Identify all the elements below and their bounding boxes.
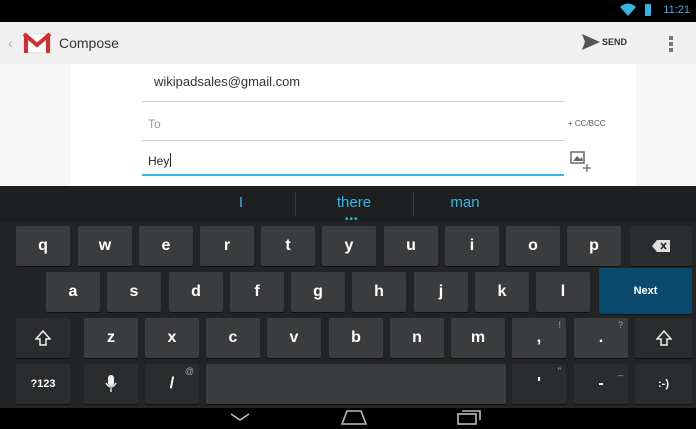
suggestion-right[interactable]: man xyxy=(406,194,524,211)
key-hint: _ xyxy=(617,366,623,376)
microphone-icon xyxy=(105,375,117,392)
key-f[interactable]: f xyxy=(230,272,284,312)
key-o[interactable]: o xyxy=(506,226,560,266)
divider xyxy=(142,101,564,102)
key-label: / xyxy=(169,375,175,392)
key-p[interactable]: p xyxy=(567,226,621,266)
subject-underline xyxy=(142,174,564,176)
backspace-key[interactable] xyxy=(630,226,692,266)
key-g[interactable]: g xyxy=(291,272,345,312)
action-bar: ‹ Compose SEND xyxy=(0,22,696,65)
key-q[interactable]: q xyxy=(16,226,70,266)
key-h[interactable]: h xyxy=(352,272,406,312)
key-b[interactable]: b xyxy=(329,318,383,358)
next-key[interactable]: Next xyxy=(599,268,692,314)
key-i[interactable]: i xyxy=(445,226,499,266)
key-z[interactable]: z xyxy=(84,318,138,358)
key-hint: @ xyxy=(184,366,194,376)
symbols-key[interactable]: ?123 xyxy=(16,364,70,404)
page-title: Compose xyxy=(59,35,119,51)
overflow-menu-icon[interactable] xyxy=(656,22,686,64)
shift-icon xyxy=(35,330,51,346)
up-caret-icon[interactable]: ‹ xyxy=(8,35,13,51)
subject-field[interactable]: Hey xyxy=(148,153,172,168)
backspace-icon xyxy=(652,240,670,252)
key-m[interactable]: m xyxy=(451,318,505,358)
key-hint: " xyxy=(557,366,561,376)
key-c[interactable]: c xyxy=(206,318,260,358)
dash-key[interactable]: - _ xyxy=(574,364,628,404)
key-n[interactable]: n xyxy=(390,318,444,358)
voice-input-key[interactable] xyxy=(84,364,138,404)
key-d[interactable]: d xyxy=(169,272,223,312)
key-r[interactable]: r xyxy=(200,226,254,266)
key-period[interactable]: . ? xyxy=(574,318,628,358)
key-k[interactable]: k xyxy=(475,272,529,312)
text-cursor xyxy=(170,153,172,167)
key-label: . xyxy=(598,329,604,346)
key-comma[interactable]: , ! xyxy=(512,318,566,358)
suggestion-center[interactable]: there xyxy=(295,194,413,211)
key-v[interactable]: v xyxy=(267,318,321,358)
cc-bcc-button[interactable]: + CC/BCC xyxy=(568,119,606,128)
home-icon[interactable] xyxy=(340,409,368,425)
key-t[interactable]: t xyxy=(261,226,315,266)
to-field[interactable]: To xyxy=(148,117,161,131)
space-key[interactable] xyxy=(206,364,506,404)
shift-key-right[interactable] xyxy=(635,318,692,358)
send-button[interactable]: SEND xyxy=(578,22,648,64)
suggestion-left[interactable]: I xyxy=(182,194,300,211)
key-label: - xyxy=(598,375,604,392)
key-u[interactable]: u xyxy=(384,226,438,266)
recent-apps-icon[interactable] xyxy=(456,409,482,425)
clock: 11:21 xyxy=(663,4,690,16)
key-label: , xyxy=(536,329,542,346)
key-s[interactable]: s xyxy=(107,272,161,312)
key-label: ' xyxy=(537,375,541,392)
key-x[interactable]: x xyxy=(145,318,199,358)
status-bar: 11:21 xyxy=(0,0,696,22)
key-y[interactable]: y xyxy=(322,226,376,266)
key-hint: ? xyxy=(617,320,623,330)
key-e[interactable]: e xyxy=(139,226,193,266)
send-icon xyxy=(582,34,600,50)
apostrophe-key[interactable]: ' " xyxy=(512,364,566,404)
compose-area: wikipadsales@gmail.com To + CC/BCC Hey xyxy=(0,64,696,186)
wifi-icon xyxy=(620,3,636,16)
attach-image-icon[interactable] xyxy=(570,150,592,172)
compose-card: wikipadsales@gmail.com To + CC/BCC Hey xyxy=(70,64,636,186)
shift-key-left[interactable] xyxy=(16,318,70,358)
key-w[interactable]: w xyxy=(78,226,132,266)
from-account[interactable]: wikipadsales@gmail.com xyxy=(154,74,300,89)
key-a[interactable]: a xyxy=(46,272,100,312)
battery-icon xyxy=(645,4,651,16)
slash-key[interactable]: / @ xyxy=(145,364,199,404)
soft-keyboard: q w e r t y u i o p a s d f g h j k l Ne… xyxy=(0,222,696,408)
shift-icon xyxy=(655,330,672,346)
suggestion-strip: I there ••• man xyxy=(0,186,696,225)
subject-text: Hey xyxy=(148,154,170,168)
gmail-icon[interactable] xyxy=(22,28,52,58)
key-hint: ! xyxy=(558,320,561,330)
key-l[interactable]: l xyxy=(536,272,590,312)
divider xyxy=(142,140,564,141)
navigation-bar xyxy=(0,408,696,429)
hide-keyboard-icon[interactable] xyxy=(230,412,250,422)
send-label: SEND xyxy=(602,37,628,47)
smiley-key[interactable]: :-) xyxy=(635,364,692,404)
key-j[interactable]: j xyxy=(414,272,468,312)
